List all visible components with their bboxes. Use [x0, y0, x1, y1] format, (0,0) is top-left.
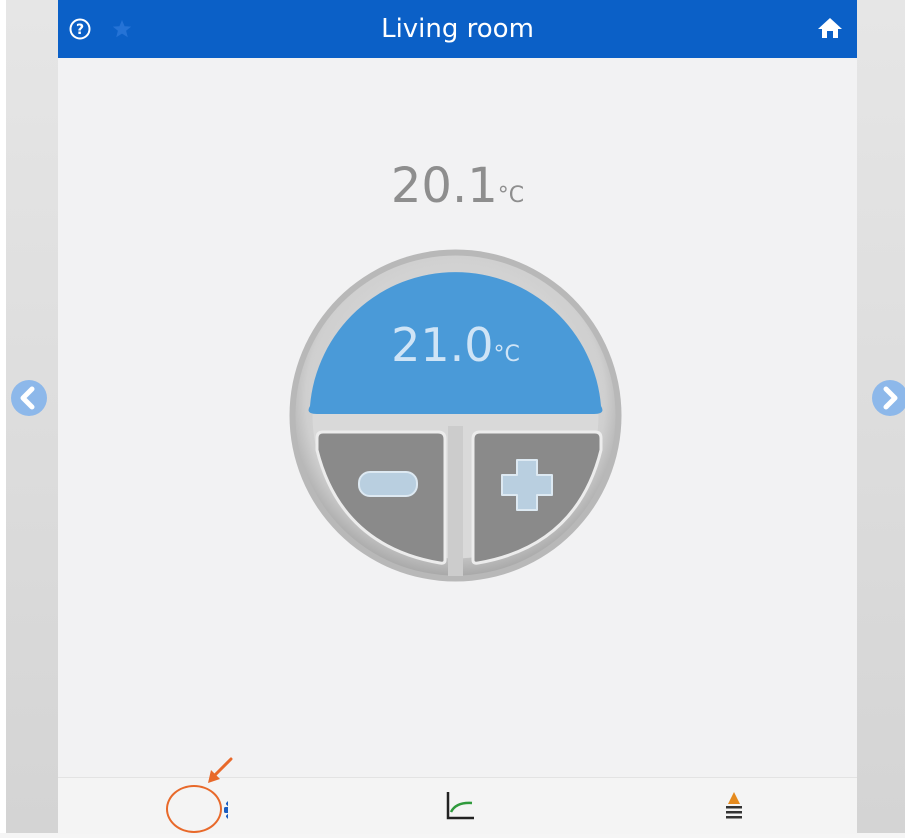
highlight-arrow-icon	[208, 757, 233, 783]
tab-history-chart[interactable]	[418, 778, 488, 834]
current-temperature-value: 20.1	[390, 158, 498, 214]
current-temperature-unit: °C	[497, 183, 525, 208]
header-bar: Living room ?	[58, 0, 857, 58]
setpoint-unit: °C	[493, 342, 520, 367]
minus-icon	[358, 471, 418, 497]
setpoint-value: 21.0	[391, 318, 494, 372]
chart-icon	[446, 792, 474, 820]
decrease-button[interactable]	[313, 430, 448, 565]
left-edge	[0, 0, 6, 833]
highlight-circle	[166, 785, 222, 833]
increase-button[interactable]	[470, 430, 605, 565]
chevron-right-icon[interactable]	[871, 379, 905, 417]
current-temperature: 20.1°C	[58, 158, 857, 214]
page-title: Living room	[381, 14, 534, 44]
svg-text:?: ?	[76, 22, 84, 38]
alert-list-icon	[726, 792, 742, 819]
home-icon[interactable]	[817, 16, 843, 40]
star-icon[interactable]	[112, 19, 132, 39]
chevron-left-icon[interactable]	[10, 379, 48, 417]
question-circle-icon[interactable]: ?	[69, 18, 91, 40]
tab-alerts[interactable]	[683, 778, 753, 834]
setpoint-temperature: 21.0°C	[288, 318, 623, 372]
